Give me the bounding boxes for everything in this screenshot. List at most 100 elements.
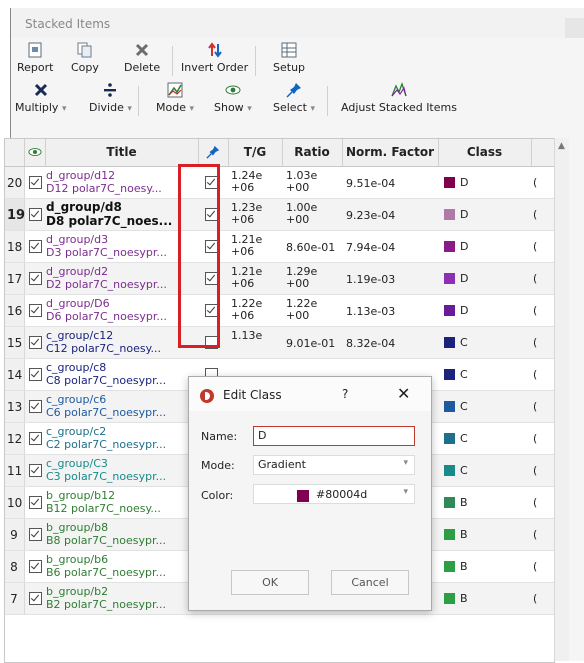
class-color-swatch: [444, 337, 455, 348]
cancel-button[interactable]: Cancel: [331, 570, 409, 595]
tg-value: 1.24e +06: [231, 169, 263, 194]
chevron-down-icon: ▾: [310, 104, 315, 114]
header-pin[interactable]: [198, 139, 229, 166]
row-number: 12: [7, 432, 23, 446]
row-number: 20: [7, 176, 23, 190]
ratio-value: 1.00e +00: [286, 201, 318, 226]
name-input[interactable]: D: [253, 426, 415, 446]
table-row[interactable]: 18 d_group/d3 D3 polar7C_noesypr... 1.21e +0…: [5, 231, 554, 263]
norm-factor-value: 1.19e-03: [346, 273, 396, 286]
header-tg[interactable]: T/G: [228, 139, 283, 166]
visibility-checkbox[interactable]: [29, 560, 42, 573]
class-color-swatch: [444, 593, 455, 604]
visibility-checkbox[interactable]: [29, 272, 42, 285]
visibility-checkbox[interactable]: [29, 304, 42, 317]
color-picker[interactable]: #80004d ▾: [253, 484, 415, 504]
select-button[interactable]: Select ▾: [273, 82, 315, 114]
visibility-checkbox[interactable]: [29, 208, 42, 221]
visibility-checkbox[interactable]: [29, 400, 42, 413]
chevron-down-icon: ▾: [403, 487, 408, 497]
visibility-checkbox[interactable]: [29, 432, 42, 445]
vertical-scrollbar[interactable]: ▲: [554, 138, 569, 661]
header-class[interactable]: Class: [438, 139, 532, 166]
overflow-cell: (: [533, 592, 538, 605]
divide-button[interactable]: Divide ▾: [89, 82, 132, 114]
row-number: 18: [7, 240, 23, 254]
header-number: [5, 139, 25, 166]
class-value: B: [460, 592, 468, 605]
visibility-checkbox[interactable]: [29, 464, 42, 477]
class-color-swatch: [444, 273, 455, 284]
header-extra[interactable]: [531, 139, 554, 166]
visibility-checkbox[interactable]: [29, 368, 42, 381]
setup-button[interactable]: Setup: [273, 42, 305, 74]
scroll-up-icon[interactable]: ▲: [558, 141, 565, 151]
edit-class-dialog: Edit Class ? ✕ Name: D Mode: Gradient ▾ …: [188, 376, 432, 611]
class-color-swatch: [444, 209, 455, 220]
item-group-path: b_group/b6: [46, 553, 109, 566]
chevron-down-icon: ▾: [403, 458, 408, 468]
invert-order-button[interactable]: Invert Order: [181, 42, 248, 74]
copy-icon: [77, 42, 92, 58]
table-row[interactable]: 16 d_group/D6 D6 polar7C_noesypr... 1.22e +0…: [5, 295, 554, 327]
item-dataset-name: D2 polar7C_noesypr...: [46, 278, 167, 291]
class-color-swatch: [444, 465, 455, 476]
ok-button[interactable]: OK: [231, 570, 309, 595]
table-row[interactable]: 15 c_group/c12 C12 polar7C_noesy... 1.13e 9.…: [5, 327, 554, 359]
overflow-cell: (: [533, 496, 538, 509]
tg-value: 1.21e +06: [231, 233, 263, 258]
item-dataset-name: D3 polar7C_noesypr...: [46, 246, 167, 259]
copy-button[interactable]: Copy: [71, 42, 99, 74]
overflow-cell: (: [533, 208, 538, 221]
header-norm-factor[interactable]: Norm. Factor: [342, 139, 439, 166]
overflow-cell: (: [533, 432, 538, 445]
report-button[interactable]: Report: [17, 42, 53, 74]
chevron-down-icon: ▾: [61, 104, 67, 114]
class-value: B: [460, 528, 468, 541]
row-number: 7: [10, 592, 18, 606]
close-button[interactable]: ✕: [397, 384, 410, 403]
header-visibility[interactable]: [24, 139, 46, 166]
header-ratio[interactable]: Ratio: [282, 139, 343, 166]
help-button[interactable]: ?: [342, 387, 348, 401]
overflow-cell: (: [533, 272, 538, 285]
table-row[interactable]: 17 d_group/d2 D2 polar7C_noesypr... 1.21e +0…: [5, 263, 554, 295]
visibility-checkbox[interactable]: [29, 496, 42, 509]
norm-factor-value: 9.23e-04: [346, 209, 396, 222]
row-number: 14: [7, 368, 23, 382]
overflow-cell: (: [533, 336, 538, 349]
pin-icon: [286, 83, 301, 98]
overflow-cell: (: [533, 240, 538, 253]
visibility-checkbox[interactable]: [29, 240, 42, 253]
panel-corner-button[interactable]: [565, 18, 584, 38]
table-row[interactable]: 19 d_group/d8 D8 polar7C_noes... 1.23e +06 1.…: [5, 199, 554, 231]
adjust-stacked-items-icon: [391, 82, 407, 97]
header-title[interactable]: Title: [45, 139, 199, 166]
delete-button[interactable]: Delete: [124, 42, 160, 74]
toolbar-separator: [327, 86, 328, 116]
class-color-swatch: [444, 561, 455, 572]
visibility-checkbox[interactable]: [29, 528, 42, 541]
mode-select[interactable]: Gradient ▾: [253, 455, 415, 475]
visibility-checkbox[interactable]: [29, 176, 42, 189]
overflow-cell: (: [533, 528, 538, 541]
report-icon: [28, 42, 42, 58]
class-color-swatch: [444, 177, 455, 188]
show-button[interactable]: Show ▾: [214, 82, 252, 114]
ratio-value: 1.03e +00: [286, 169, 318, 194]
adjust-stacked-items-button[interactable]: Adjust Stacked Items: [341, 82, 457, 114]
mode-button[interactable]: Mode ▾: [156, 82, 194, 114]
panel-titlebar: Stacked Items: [11, 8, 584, 38]
ratio-value: 9.01e-01: [286, 337, 336, 350]
delete-icon: [136, 43, 149, 57]
dialog-title: Edit Class: [223, 388, 282, 402]
table-row[interactable]: 20 d_group/d12 D12 polar7C_noesy... 1.24e +0…: [5, 167, 554, 199]
item-dataset-name: D12 polar7C_noesy...: [46, 182, 162, 195]
item-dataset-name: C12 polar7C_noesy...: [46, 342, 162, 355]
invert-order-icon: [207, 42, 222, 58]
multiply-button[interactable]: Multiply ▾: [15, 82, 66, 114]
visibility-checkbox[interactable]: [29, 592, 42, 605]
visibility-checkbox[interactable]: [29, 336, 42, 349]
class-value: C: [460, 464, 468, 477]
pin-icon: [206, 145, 220, 159]
